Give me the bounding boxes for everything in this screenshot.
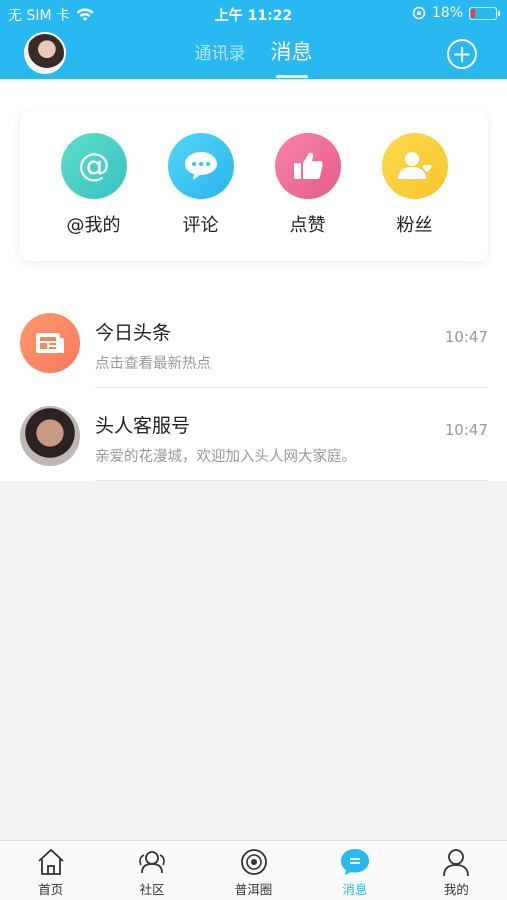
message-preview: 点击查看最新热点 (95, 356, 211, 372)
circle-eye-icon (240, 849, 267, 875)
shortcut-fans[interactable]: 粉丝 (370, 133, 460, 261)
message-item-news[interactable]: 今日头条 点击查看最新热点 10:47 (0, 296, 507, 388)
message-title: 头人客服号 (95, 415, 191, 437)
shortcut-comments[interactable]: 评论 (156, 133, 246, 261)
message-time: 10:47 (444, 328, 488, 346)
nav-home[interactable]: 首页 (0, 841, 101, 900)
message-preview: 亲爱的花漫城，欢迎加入头人网大家庭。 (95, 449, 356, 465)
shortcut-mentions[interactable]: @ @我的 (49, 133, 139, 261)
service-avatar (20, 406, 80, 466)
app-header: 无 SIM 卡 上午 11:22 18% 通讯录 消息 + (0, 0, 507, 79)
orientation-lock-icon (412, 6, 426, 20)
message-icon (340, 849, 369, 875)
battery-percent: 18% (431, 5, 463, 21)
shortcut-likes[interactable]: 点赞 (263, 133, 353, 261)
tab-messages[interactable]: 消息 (271, 36, 313, 78)
comment-icon (167, 133, 234, 199)
tab-contacts[interactable]: 通讯录 (194, 39, 245, 64)
add-button[interactable]: + (447, 39, 477, 69)
shortcut-card: @ @我的 评论 点赞 粉丝 (20, 111, 488, 261)
at-icon: @ (60, 133, 127, 199)
plus-circle-icon: + (451, 40, 473, 68)
nav-messages[interactable]: 消息 (304, 841, 405, 900)
svg-text:@: @ (78, 146, 110, 184)
header-tabs: 通讯录 消息 (0, 36, 507, 78)
nav-puer-circle[interactable]: 普洱圈 (203, 841, 304, 900)
community-icon (139, 851, 165, 874)
nav-row: 通讯录 消息 + (0, 28, 507, 79)
message-item-service[interactable]: 头人客服号 亲爱的花漫城，欢迎加入头人网大家庭。 10:47 (0, 389, 507, 481)
battery-icon (469, 6, 500, 20)
active-tab-indicator (275, 75, 308, 78)
news-icon (20, 313, 80, 373)
bottom-nav: 首页 社区 普洱圈 消息 我的 (0, 840, 507, 900)
fans-icon (381, 133, 448, 199)
person-icon (443, 849, 470, 877)
thumbs-up-icon (274, 133, 341, 199)
nav-me[interactable]: 我的 (406, 841, 507, 900)
nav-community[interactable]: 社区 (101, 841, 202, 900)
home-icon (38, 848, 64, 875)
status-bar: 无 SIM 卡 上午 11:22 18% (0, 0, 507, 28)
divider (95, 387, 488, 388)
divider (95, 480, 488, 481)
message-time: 10:47 (444, 421, 488, 439)
message-title: 今日头条 (95, 322, 172, 344)
messages-panel: @ @我的 评论 点赞 粉丝 今日头条 点击查看最新热点 10:47 头人客服号… (0, 79, 507, 481)
